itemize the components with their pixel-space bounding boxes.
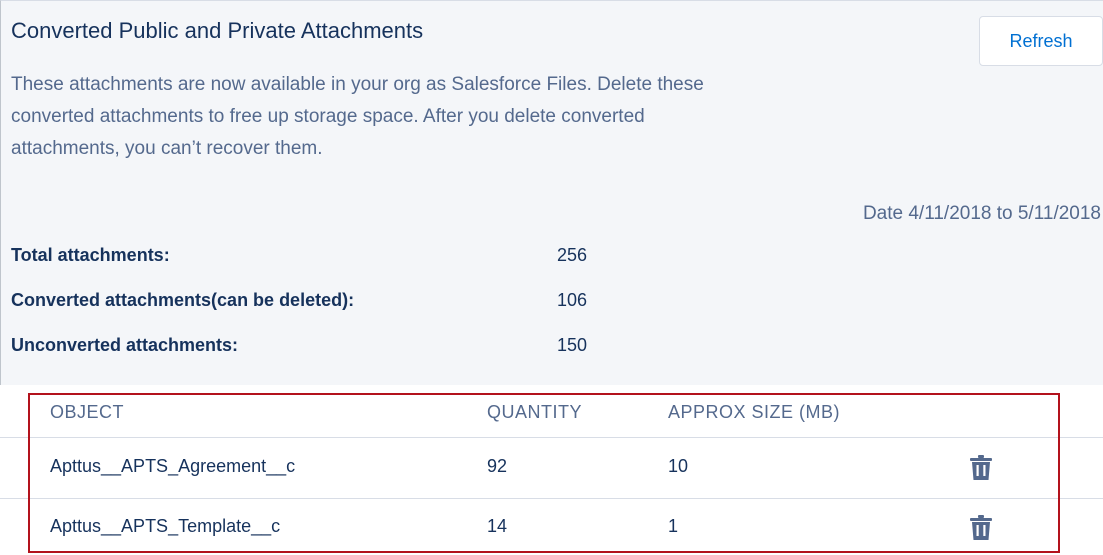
stat-label-total: Total attachments:: [11, 245, 170, 265]
row-divider: [0, 437, 1103, 438]
page-title: Converted Public and Private Attachments: [11, 18, 424, 43]
stat-value-unconverted: 150: [557, 335, 588, 355]
trash-icon[interactable]: [966, 512, 996, 542]
row-divider: [0, 498, 1103, 499]
description-line: attachments, you can’t recover them.: [11, 138, 323, 159]
stat-value-total: 256: [557, 245, 588, 265]
description-line: converted attachments to free up storage…: [11, 106, 645, 127]
column-header-quantity: QUANTITY: [487, 402, 583, 422]
cell-quantity: 14: [487, 516, 508, 536]
attachments-summary-panel: Converted Public and Private Attachments…: [0, 0, 1103, 385]
stat-label-converted: Converted attachments(can be deleted):: [11, 290, 355, 310]
refresh-button[interactable]: Refresh: [979, 16, 1103, 66]
column-header-object: OBJECT: [50, 402, 125, 422]
cell-object: Apttus__APTS_Template__c: [50, 516, 281, 536]
description-text: These attachments are now available in y…: [11, 69, 821, 165]
description-line: These attachments are now available in y…: [11, 74, 704, 95]
cell-size: 10: [668, 456, 689, 476]
stat-label-unconverted: Unconverted attachments:: [11, 335, 239, 355]
attachments-table: OBJECT QUANTITY APPROX SIZE (MB) Apttus_…: [0, 385, 1103, 555]
trash-icon[interactable]: [966, 452, 996, 482]
stat-value-converted: 106: [557, 290, 588, 310]
cell-quantity: 92: [487, 456, 508, 476]
date-range: Date 4/11/2018 to 5/11/2018: [862, 203, 1101, 224]
column-header-size: APPROX SIZE (MB): [668, 402, 841, 422]
cell-object: Apttus__APTS_Agreement__c: [50, 456, 296, 476]
cell-size: 1: [668, 516, 679, 536]
